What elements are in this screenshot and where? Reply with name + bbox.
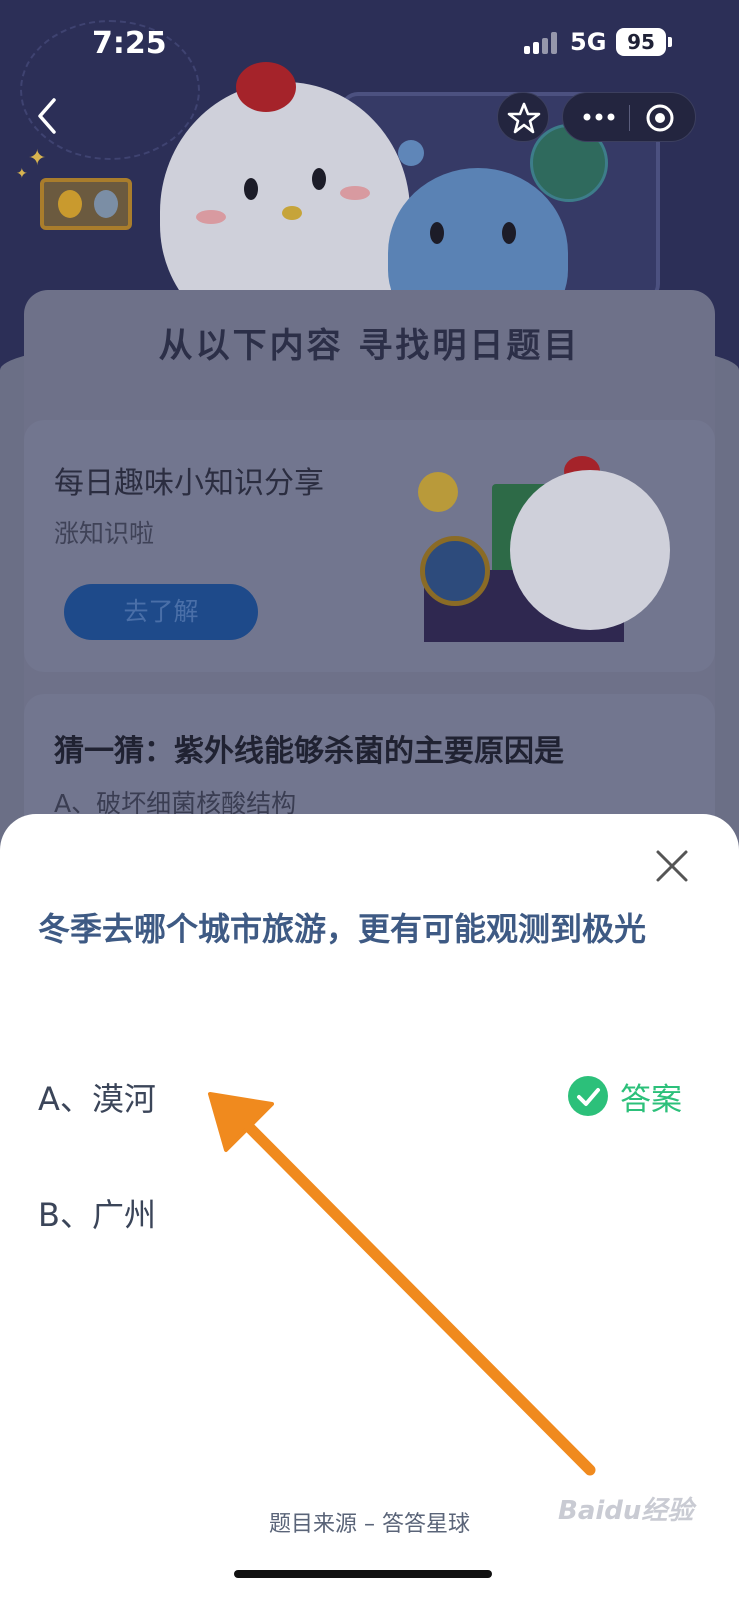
alien-eye [502, 222, 516, 244]
favorite-button[interactable] [497, 92, 549, 142]
chicken-cheek [196, 210, 226, 224]
answer-label: 答案 [620, 1082, 682, 1118]
alien-antenna [398, 140, 424, 166]
chicken-beak [282, 206, 302, 220]
chicken-illustration [510, 470, 670, 630]
alien-eye [430, 222, 444, 244]
battery-tip [668, 37, 672, 47]
medal-board-illustration [40, 178, 132, 230]
silver-medal-icon [94, 190, 118, 218]
more-dots-icon [583, 113, 615, 121]
back-button[interactable] [28, 94, 72, 138]
section-title: 从以下内容 寻找明日题目 [158, 326, 581, 366]
status-time: 7:25 [92, 26, 167, 61]
sparkle-icon: ✦ [28, 146, 47, 171]
battery-icon: 95 [616, 28, 666, 56]
network-type: 5G [570, 28, 607, 56]
question-text: 冬季去哪个城市旅游，更有可能观测到极光 [38, 910, 647, 948]
watermark-logo: Baidu经验 [558, 1496, 694, 1526]
close-icon [656, 850, 688, 882]
learn-more-button[interactable]: 去了解 [64, 584, 258, 640]
lightbulb-icon [418, 472, 458, 512]
chicken-comb [236, 62, 296, 112]
option-b[interactable]: B、广州 [38, 1190, 156, 1236]
sparkle-icon: ✦ [16, 166, 28, 182]
signal-icon [524, 32, 560, 54]
option-a[interactable]: A、漠河 [38, 1074, 156, 1120]
close-button[interactable] [650, 844, 694, 888]
chicken-cheek [340, 186, 370, 200]
star-icon [507, 102, 541, 134]
knowledge-card-subtitle: 涨知识啦 [54, 519, 155, 548]
chevron-left-icon [38, 98, 56, 134]
chicken-eye [244, 178, 258, 200]
exit-button[interactable] [645, 103, 675, 133]
gold-medal-icon [58, 190, 82, 218]
capsule-divider [629, 105, 630, 131]
miniprogram-capsule [562, 92, 696, 142]
knowledge-card-title: 每日趣味小知识分享 [54, 466, 324, 501]
target-circle-icon [646, 104, 674, 132]
globe-illustration [420, 536, 490, 606]
chicken-eye [312, 168, 326, 190]
guess-card-title: 猜一猜：紫外线能够杀菌的主要原因是 [54, 734, 564, 769]
check-icon [568, 1076, 608, 1116]
more-button[interactable] [581, 107, 617, 127]
home-indicator [234, 1570, 492, 1578]
